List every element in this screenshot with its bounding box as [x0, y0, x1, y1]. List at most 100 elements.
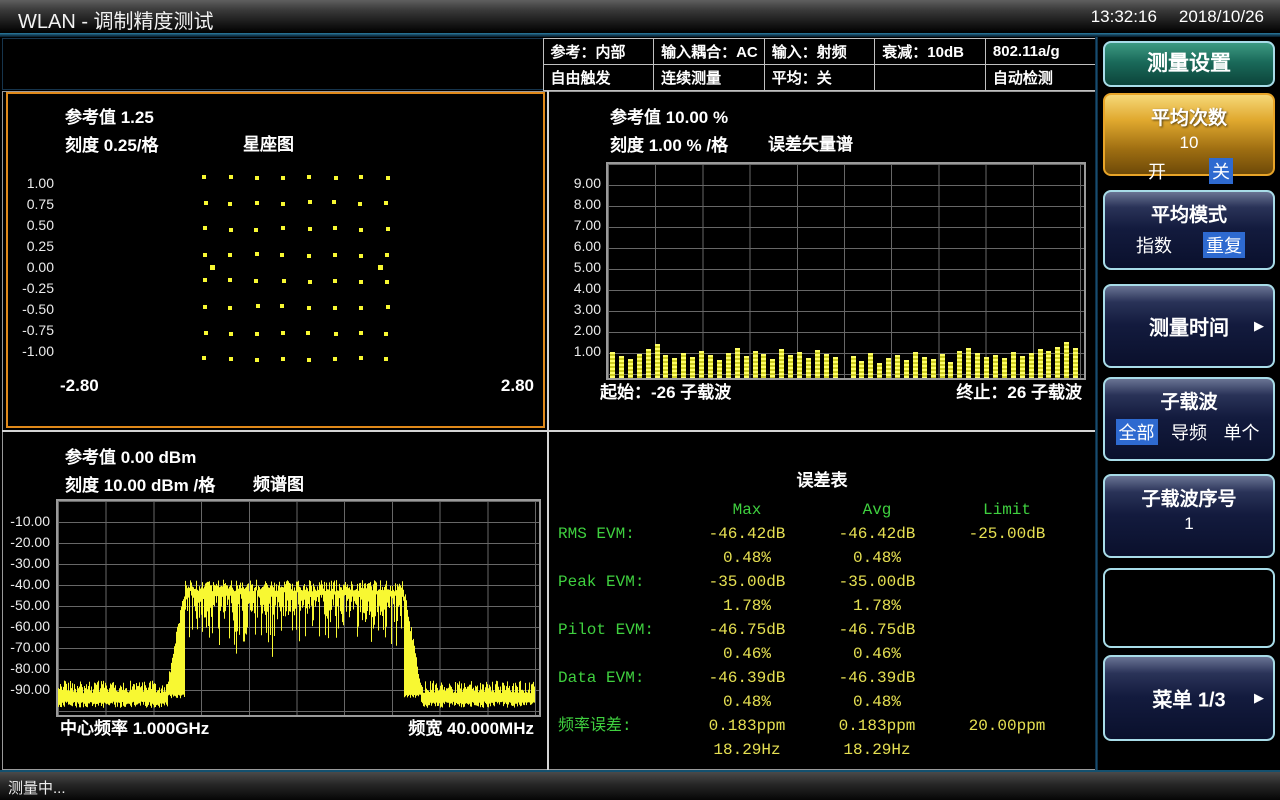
- error-metric-value: 18.29Hz: [812, 738, 942, 762]
- settings-cell: [874, 64, 986, 91]
- axis-tick-label: 9.00: [555, 175, 601, 191]
- axis-tick-label: 3.00: [555, 301, 601, 317]
- error-table-row: Pilot EVM:-46.75dB-46.75dB: [552, 618, 1092, 642]
- error-metric-value: -46.42dB: [812, 522, 942, 546]
- settings-cell: 连续测量: [653, 64, 765, 91]
- app-title: WLAN - 调制精度测试: [18, 5, 214, 34]
- settings-cell: 参考：内部: [543, 38, 655, 65]
- error-metric-value: -46.75dB: [682, 618, 812, 642]
- subcarrier-option-2[interactable]: 导频: [1168, 419, 1210, 445]
- spectrum-span: 频宽 40.000MHz: [330, 714, 534, 739]
- settings-cell: 衰减：10dB: [874, 38, 986, 65]
- submenu-arrow-icon: ▶: [1254, 318, 1264, 334]
- evm-bar: [753, 351, 758, 378]
- button-average-count[interactable]: 平均次数 10 开关: [1103, 93, 1275, 176]
- average-count-option-1[interactable]: 开: [1145, 158, 1169, 184]
- error-metric-label: Data EVM:: [552, 666, 682, 690]
- average-count-option-2[interactable]: 关: [1209, 158, 1233, 184]
- evm-bar: [922, 357, 927, 378]
- error-metric-label: Pilot EVM:: [552, 618, 682, 642]
- average-mode-option-1[interactable]: 指数: [1133, 232, 1175, 258]
- evm-bar: [699, 351, 704, 378]
- evm-bar: [797, 352, 802, 378]
- evm-bar: [1046, 351, 1051, 378]
- evm-bar: [966, 348, 971, 378]
- menu-header-label: 测量设置: [1105, 43, 1273, 85]
- evm-bar: [619, 356, 624, 378]
- evm-bar: [690, 357, 695, 378]
- axis-tick-label: 4.00: [555, 280, 601, 296]
- error-metric-value: -35.00dB: [812, 570, 942, 594]
- button-average-mode[interactable]: 平均模式 指数重复: [1103, 190, 1275, 270]
- error-metric-value: -25.00dB: [942, 522, 1072, 546]
- evm-bar: [1064, 342, 1069, 378]
- error-metric-value: [942, 618, 1072, 642]
- evm-bar: [1055, 347, 1060, 379]
- error-metric-label: 频率误差:: [552, 714, 682, 738]
- evm-bar: [610, 352, 615, 378]
- subcarrier-options: 全部导频单个: [1105, 419, 1273, 445]
- evm-bar: [984, 357, 989, 378]
- evm-title: 误差矢量谱: [768, 130, 853, 155]
- evm-bar: [975, 353, 980, 378]
- spectrum-title: 频谱图: [253, 470, 304, 495]
- button-measure-time[interactable]: 测量时间 ▶: [1103, 284, 1275, 368]
- button-subcarrier[interactable]: 子载波 全部导频单个: [1103, 377, 1275, 461]
- evm-start-label: 起始：-26 子载波: [600, 378, 731, 403]
- settings-cell: 平均：关: [764, 64, 876, 91]
- average-mode-option-2[interactable]: 重复: [1203, 232, 1245, 258]
- evm-bar: [779, 349, 784, 378]
- axis-tick-label: -30.00: [4, 555, 50, 571]
- error-metric-value: [942, 666, 1072, 690]
- spectrum-scale-label: 刻度 10.00 dBm /格: [65, 471, 215, 496]
- average-mode-options: 指数 重复: [1105, 232, 1273, 258]
- spectrum-trace: [58, 501, 535, 711]
- error-table: MaxAvgLimitRMS EVM:-46.42dB-46.42dB-25.0…: [552, 498, 1092, 762]
- average-count-value: 10: [1105, 133, 1273, 153]
- button-menu-page[interactable]: 菜单 1/3 ▶: [1103, 655, 1275, 741]
- evm-bar: [1020, 356, 1025, 378]
- axis-tick-label: 5.00: [555, 259, 601, 275]
- error-table-header-row: MaxAvgLimit: [552, 498, 1092, 522]
- error-metric-value: 20.00ppm: [942, 714, 1072, 738]
- error-metric-value: 0.48%: [812, 690, 942, 714]
- axis-tick-label: -60.00: [4, 618, 50, 634]
- instrument-screen: WLAN - 调制精度测试 13:32:162018/10/26 参考：内部输入…: [0, 0, 1280, 800]
- menu-header-measure-settings[interactable]: 测量设置: [1103, 41, 1275, 87]
- button-subcarrier-index[interactable]: 子载波序号 1: [1103, 474, 1275, 558]
- settings-cell: 自由触发: [543, 64, 655, 91]
- error-metric-value: -35.00dB: [682, 570, 812, 594]
- axis-tick-label: 1.00: [555, 343, 601, 359]
- evm-bar: [904, 360, 909, 378]
- evm-end-label: 终止：26 子载波: [858, 378, 1082, 403]
- constellation-x-max: 2.80: [450, 376, 534, 396]
- error-metric-value: [942, 738, 1072, 762]
- error-metric-value: 0.48%: [682, 546, 812, 570]
- error-metric-value: [942, 594, 1072, 618]
- error-metric-value: 0.183ppm: [812, 714, 942, 738]
- axis-tick-label: -10.00: [4, 513, 50, 529]
- error-metric-value: 0.183ppm: [682, 714, 812, 738]
- evm-ref-label: 参考值 10.00 %: [610, 103, 728, 128]
- date-text: 2018/10/26: [1179, 7, 1264, 26]
- evm-bar: [655, 344, 660, 378]
- panel-divider-horizontal: [2, 430, 1096, 432]
- axis-tick-label: -50.00: [4, 597, 50, 613]
- evm-bar: [770, 359, 775, 378]
- evm-bar: [628, 359, 633, 378]
- status-text: 测量中...: [8, 777, 66, 798]
- axis-tick-label: -70.00: [4, 639, 50, 655]
- error-metric-value: 0.48%: [812, 546, 942, 570]
- error-table-row: 频率误差:0.183ppm0.183ppm20.00ppm: [552, 714, 1092, 738]
- axis-tick-label: 6.00: [555, 238, 601, 254]
- error-table-row: 0.46%0.46%: [552, 642, 1092, 666]
- subcarrier-option-1[interactable]: 全部: [1116, 419, 1158, 445]
- evm-bar: [717, 360, 722, 378]
- error-table-row: 1.78%1.78%: [552, 594, 1092, 618]
- settings-cell: 自动检测: [985, 64, 1097, 91]
- subcarrier-option-3[interactable]: 单个: [1221, 419, 1263, 445]
- error-metric-value: [942, 570, 1072, 594]
- axis-tick-label: 2.00: [555, 322, 601, 338]
- button-blank[interactable]: [1103, 568, 1275, 648]
- axis-tick-label: 8.00: [555, 196, 601, 212]
